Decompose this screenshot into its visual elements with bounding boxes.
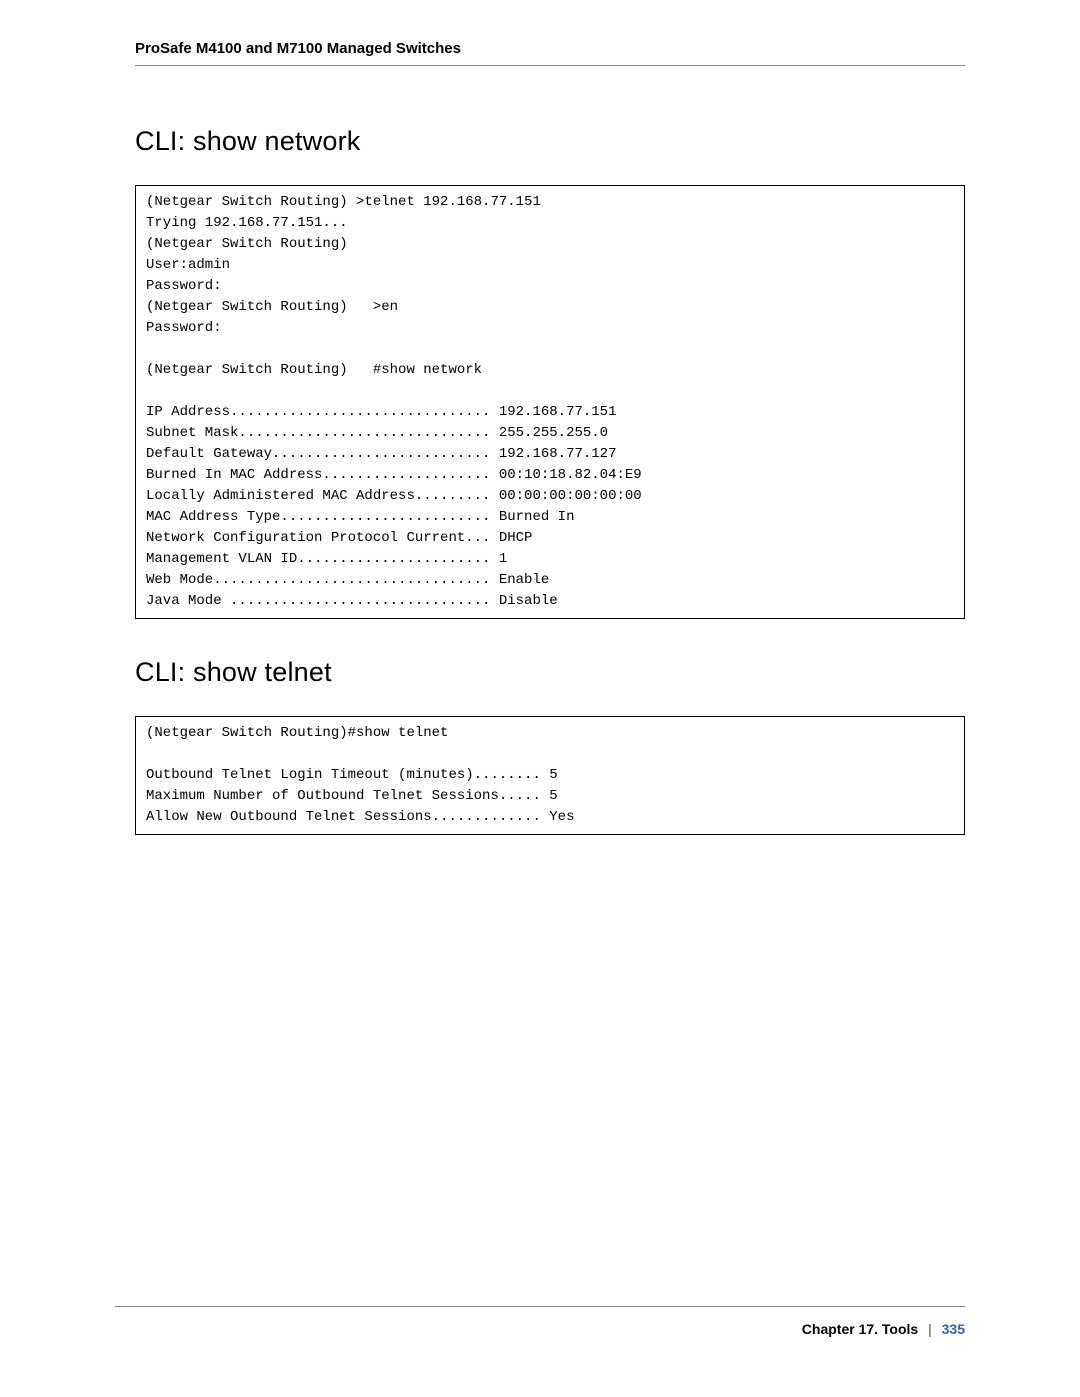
code-content-show-network: (Netgear Switch Routing) >telnet 192.168… [146, 192, 954, 612]
footer-text: Chapter 17. Tools | 335 [115, 1321, 965, 1337]
footer-separator: | [928, 1321, 932, 1337]
page: ProSafe M4100 and M7100 Managed Switches… [0, 0, 1080, 1397]
section-heading-show-network: CLI: show network [135, 126, 965, 157]
code-box-show-network: (Netgear Switch Routing) >telnet 192.168… [135, 185, 965, 619]
footer-page-number: 335 [942, 1321, 965, 1337]
document-header-title: ProSafe M4100 and M7100 Managed Switches [135, 40, 965, 57]
page-footer: Chapter 17. Tools | 335 [115, 1306, 965, 1337]
section-heading-show-telnet: CLI: show telnet [135, 657, 965, 688]
code-box-show-telnet: (Netgear Switch Routing)#show telnet Out… [135, 716, 965, 835]
footer-rule [115, 1306, 965, 1307]
code-content-show-telnet: (Netgear Switch Routing)#show telnet Out… [146, 723, 954, 828]
footer-chapter: Chapter 17. Tools [802, 1321, 918, 1337]
header-rule [135, 65, 965, 66]
